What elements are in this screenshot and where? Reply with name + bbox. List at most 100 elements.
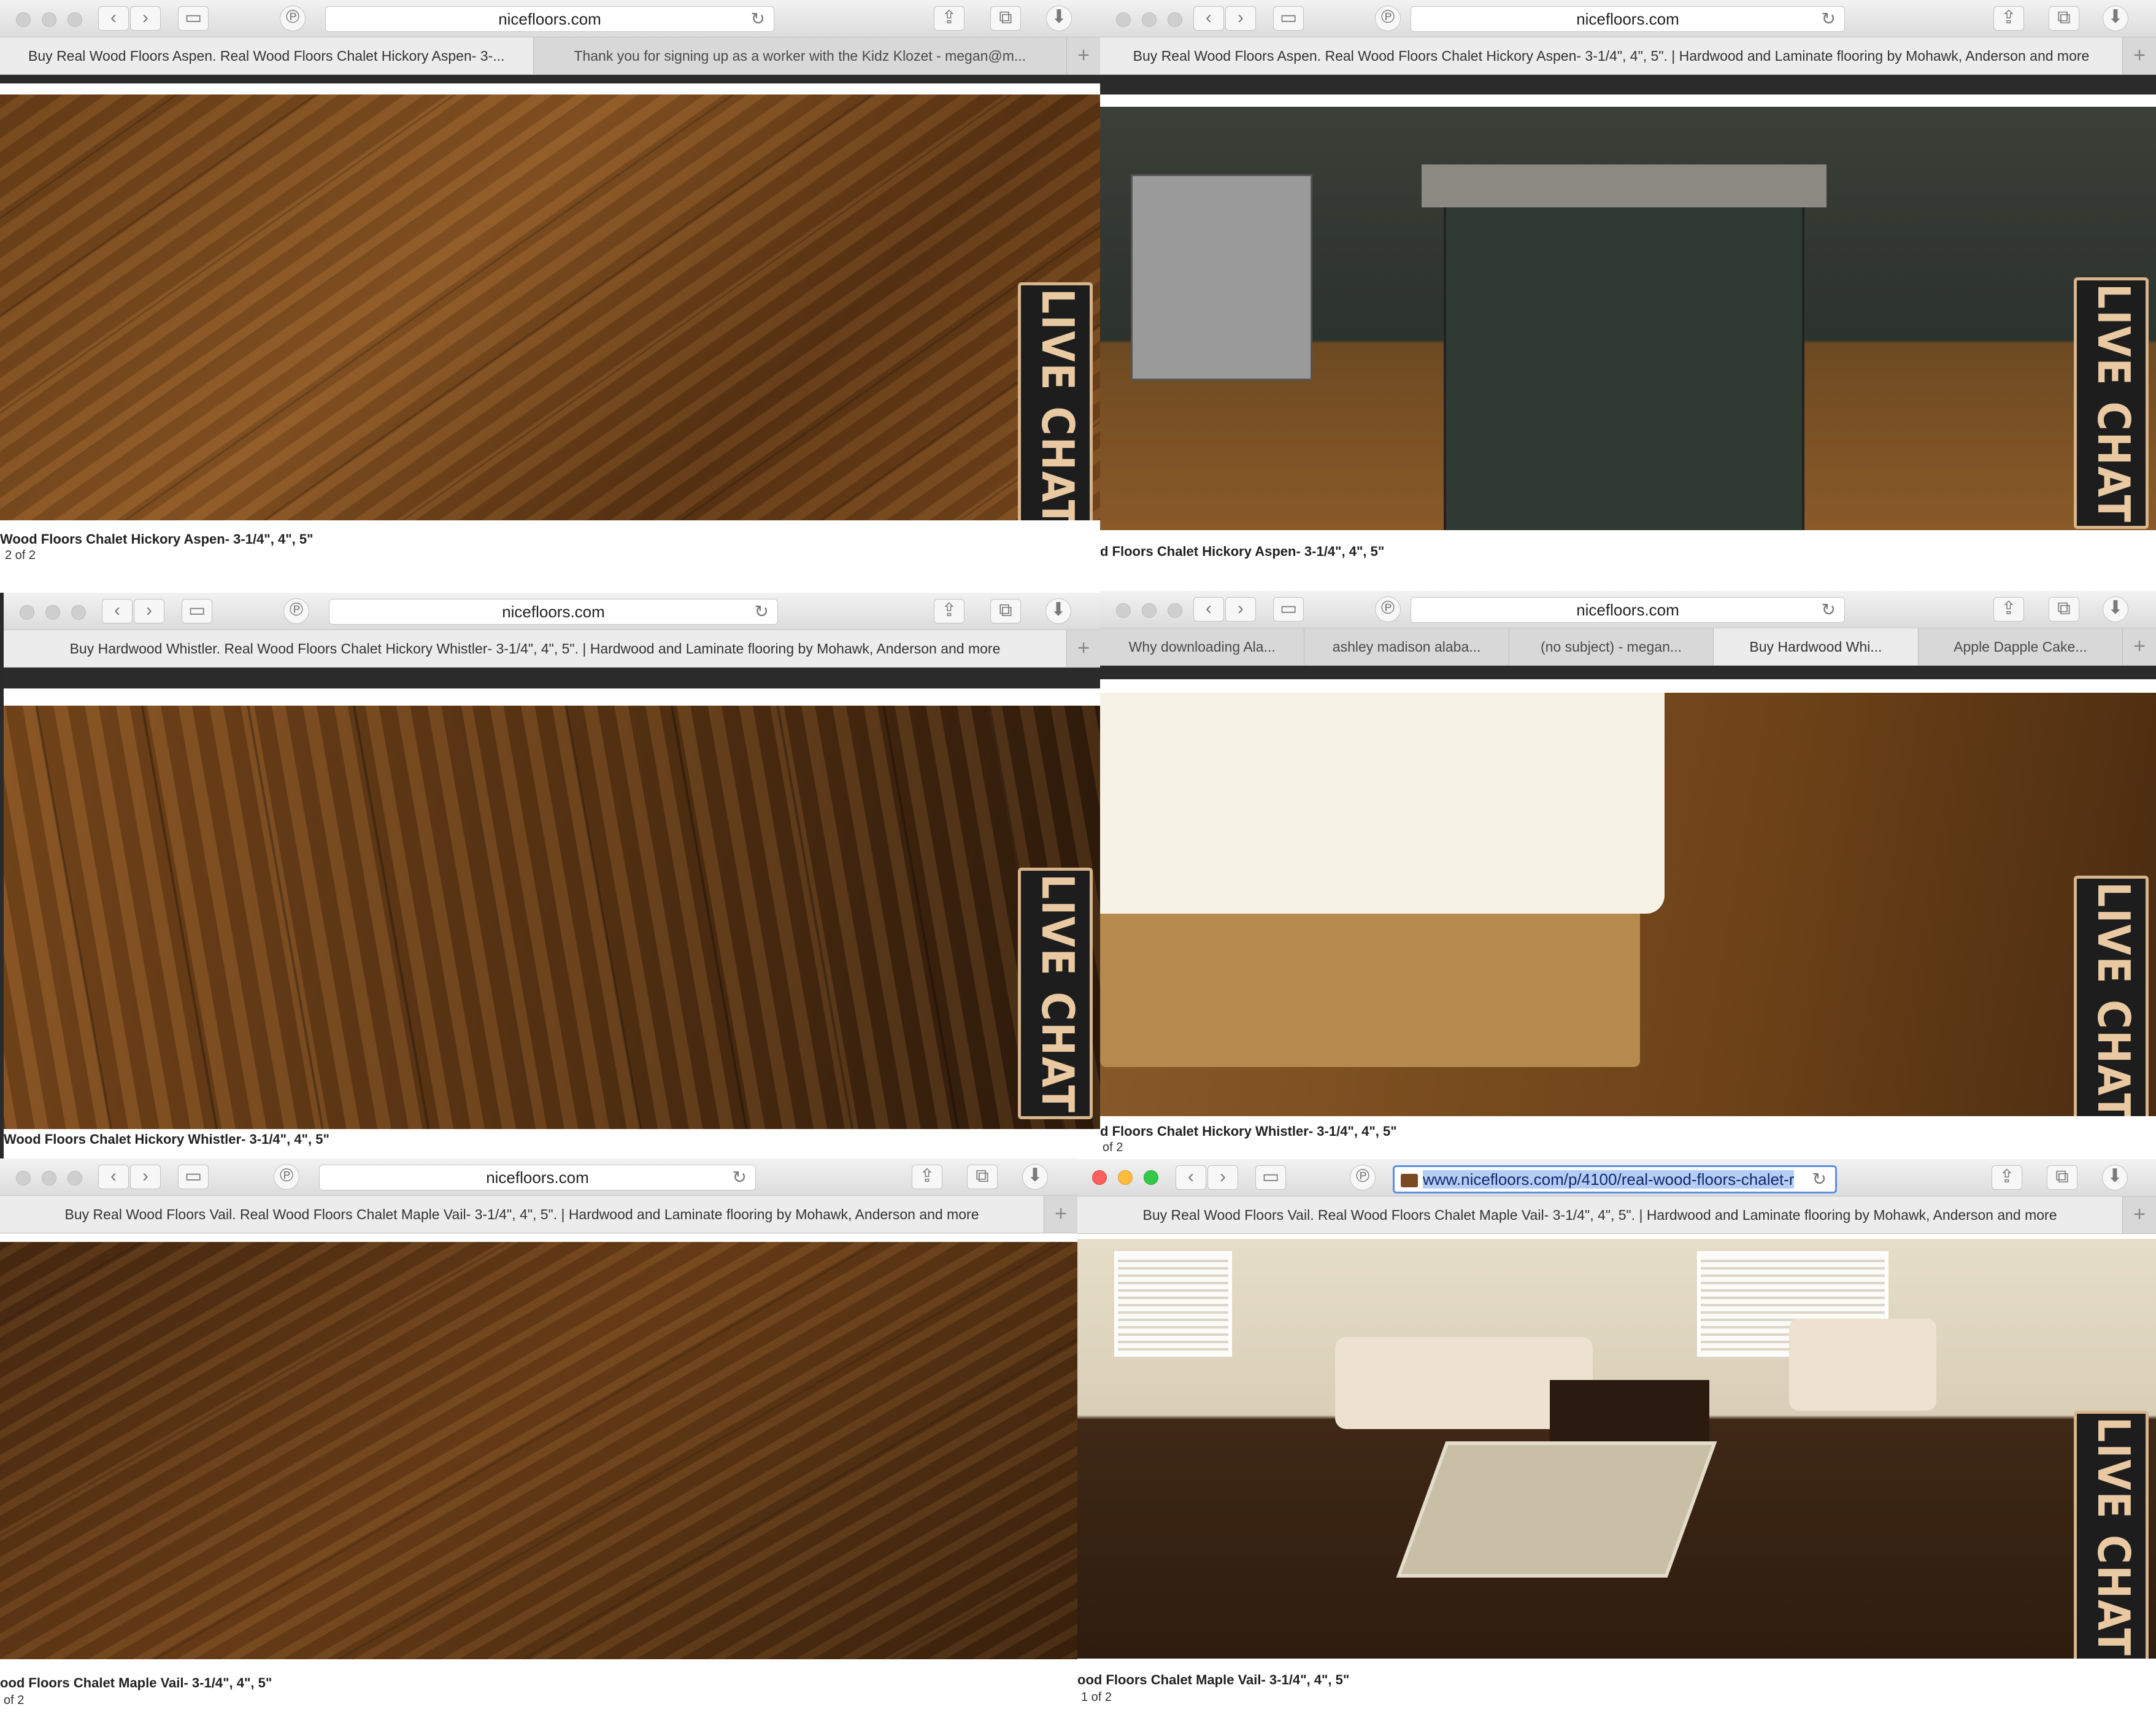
pinterest-button[interactable]: ℗ — [283, 598, 309, 624]
zoom-window-button[interactable] — [1144, 1170, 1158, 1185]
share-button[interactable]: ⇪ — [934, 599, 964, 623]
close-window-button[interactable] — [16, 1171, 31, 1185]
pinterest-button[interactable]: ℗ — [274, 1164, 299, 1190]
close-window-button[interactable] — [1116, 603, 1131, 618]
tabs-overview-button[interactable]: ⧉ — [2047, 1165, 2077, 1190]
tab[interactable]: Buy Real Wood Floors Aspen. Real Wood Fl… — [1100, 37, 2123, 74]
tab[interactable]: Buy Hardwood Whistler. Real Wood Floors … — [4, 630, 1067, 667]
sidebar-button[interactable]: ▭ — [178, 1165, 209, 1189]
address-bar[interactable]: www.nicefloors.com/p/4100/real-wood-floo… — [1393, 1165, 1837, 1193]
tab[interactable]: Thank you for signing up as a worker wit… — [534, 37, 1067, 74]
tabs-overview-button[interactable]: ⧉ — [990, 6, 1021, 31]
back-button[interactable]: ‹ — [98, 6, 129, 31]
live-chat-button[interactable]: LIVE CHAT — [1018, 868, 1093, 1119]
traffic-lights[interactable] — [1092, 1170, 1158, 1185]
share-button[interactable]: ⇪ — [934, 6, 964, 31]
share-button[interactable]: ⇪ — [1993, 6, 2024, 31]
sidebar-button[interactable]: ▭ — [1273, 6, 1304, 31]
share-button[interactable]: ⇪ — [912, 1165, 942, 1189]
minimize-window-button[interactable] — [1142, 603, 1157, 618]
live-chat-button[interactable]: LIVE CHAT — [2074, 1411, 2149, 1662]
back-button[interactable]: ‹ — [98, 1165, 129, 1189]
new-tab-button[interactable]: + — [1067, 37, 1100, 74]
pinterest-button[interactable]: ℗ — [1350, 1165, 1376, 1190]
forward-button[interactable]: › — [1207, 1165, 1238, 1190]
minimize-window-button[interactable] — [1118, 1170, 1133, 1185]
downloads-button[interactable]: ⬇ — [2103, 6, 2128, 31]
tab[interactable]: Apple Dapple Cake... — [1919, 628, 2123, 665]
close-window-button[interactable] — [20, 605, 34, 620]
address-bar[interactable]: nicefloors.com ↻ — [329, 599, 778, 625]
zoom-window-button[interactable] — [1168, 12, 1182, 27]
zoom-window-button[interactable] — [71, 605, 86, 620]
forward-button[interactable]: › — [134, 599, 164, 623]
new-tab-button[interactable]: + — [2123, 628, 2156, 665]
minimize-window-button[interactable] — [42, 1171, 56, 1185]
live-chat-button[interactable]: LIVE CHAT — [2074, 876, 2149, 1127]
tab[interactable]: (no subject) - megan... — [1509, 628, 1714, 665]
reload-icon[interactable]: ↻ — [1822, 7, 1836, 31]
tab[interactable]: Buy Real Wood Floors Vail. Real Wood Flo… — [1077, 1197, 2123, 1233]
product-image[interactable] — [4, 706, 1100, 1129]
live-chat-button[interactable]: LIVE CHAT — [2074, 277, 2149, 529]
share-button[interactable]: ⇪ — [1993, 597, 2024, 622]
zoom-window-button[interactable] — [1168, 603, 1182, 618]
tabs-overview-button[interactable]: ⧉ — [2049, 6, 2079, 31]
product-image[interactable] — [0, 1242, 1077, 1659]
product-image[interactable] — [1100, 107, 2156, 530]
traffic-lights[interactable] — [16, 1171, 82, 1185]
forward-button[interactable]: › — [1225, 597, 1256, 622]
minimize-window-button[interactable] — [1142, 12, 1157, 27]
sidebar-button[interactable]: ▭ — [1255, 1165, 1286, 1190]
minimize-window-button[interactable] — [42, 12, 56, 27]
tabs-overview-button[interactable]: ⧉ — [967, 1165, 998, 1189]
live-chat-button[interactable]: LIVE CHAT — [1018, 282, 1093, 534]
back-button[interactable]: ‹ — [1193, 6, 1224, 31]
reload-icon[interactable]: ↻ — [1822, 598, 1836, 622]
reload-icon[interactable]: ↻ — [733, 1165, 747, 1190]
back-button[interactable]: ‹ — [1193, 597, 1224, 622]
downloads-button[interactable]: ⬇ — [2103, 596, 2128, 622]
sidebar-button[interactable]: ▭ — [1273, 597, 1304, 622]
forward-button[interactable]: › — [1225, 6, 1256, 31]
new-tab-button[interactable]: + — [1044, 1196, 1077, 1233]
forward-button[interactable]: › — [130, 6, 161, 31]
downloads-button[interactable]: ⬇ — [1046, 6, 1072, 31]
forward-button[interactable]: › — [130, 1165, 161, 1189]
new-tab-button[interactable]: + — [2123, 37, 2156, 74]
back-button[interactable]: ‹ — [102, 599, 133, 623]
tab[interactable]: Buy Real Wood Floors Vail. Real Wood Flo… — [0, 1196, 1044, 1233]
share-button[interactable]: ⇪ — [1992, 1165, 2022, 1190]
product-image[interactable] — [0, 94, 1100, 520]
zoom-window-button[interactable] — [67, 1171, 82, 1185]
address-bar[interactable]: nicefloors.com ↻ — [1411, 6, 1845, 32]
address-bar[interactable]: nicefloors.com ↻ — [325, 6, 774, 32]
traffic-lights[interactable] — [1116, 12, 1182, 27]
pinterest-button[interactable]: ℗ — [1375, 6, 1401, 31]
new-tab-button[interactable]: + — [2123, 1197, 2156, 1233]
sidebar-button[interactable]: ▭ — [178, 6, 209, 31]
tabs-overview-button[interactable]: ⧉ — [2049, 597, 2079, 622]
downloads-button[interactable]: ⬇ — [2102, 1165, 2128, 1190]
zoom-window-button[interactable] — [67, 12, 82, 27]
downloads-button[interactable]: ⬇ — [1022, 1164, 1048, 1190]
close-window-button[interactable] — [16, 12, 31, 27]
traffic-lights[interactable] — [16, 12, 82, 27]
close-window-button[interactable] — [1092, 1170, 1107, 1185]
tab[interactable]: Buy Hardwood Whi... — [1714, 628, 1919, 665]
tab[interactable]: Buy Real Wood Floors Aspen. Real Wood Fl… — [0, 37, 534, 74]
tab[interactable]: Why downloading Ala... — [1100, 628, 1305, 665]
sidebar-button[interactable]: ▭ — [182, 599, 212, 623]
reload-icon[interactable]: ↻ — [751, 7, 765, 31]
address-bar[interactable]: nicefloors.com ↻ — [1411, 597, 1845, 623]
tabs-overview-button[interactable]: ⧉ — [990, 599, 1021, 623]
reload-icon[interactable]: ↻ — [1812, 1167, 1827, 1192]
downloads-button[interactable]: ⬇ — [1045, 598, 1071, 624]
product-image[interactable] — [1077, 1239, 2156, 1659]
traffic-lights[interactable] — [20, 605, 86, 620]
pinterest-button[interactable]: ℗ — [280, 6, 306, 31]
traffic-lights[interactable] — [1116, 603, 1182, 618]
product-image[interactable] — [1100, 693, 2156, 1116]
close-window-button[interactable] — [1116, 12, 1131, 27]
pinterest-button[interactable]: ℗ — [1375, 596, 1401, 622]
